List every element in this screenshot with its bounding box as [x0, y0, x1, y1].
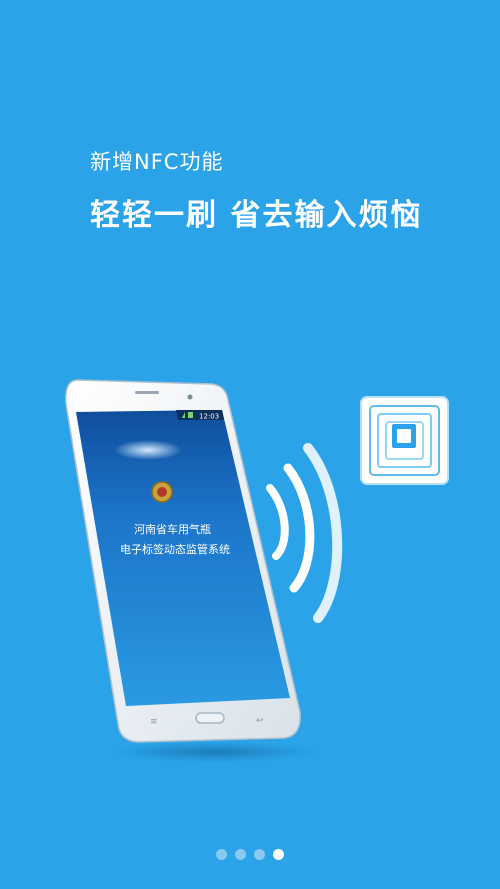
home-button [195, 712, 225, 724]
nfc-waves [266, 443, 343, 623]
nfc-illustration: 12:03 河南省车用气瓶 电子标签动态监管系统 ≡ ↩ [65, 379, 449, 762]
wave-small [266, 484, 289, 560]
page-dot[interactable] [216, 849, 227, 860]
wave-medium [283, 463, 315, 593]
app-title-line1: 河南省车用气瓶 [134, 522, 211, 536]
back-key-icon: ↩ [256, 716, 264, 726]
app-title-line2: 电子标签动态监管系统 [120, 542, 230, 556]
earpiece [135, 391, 159, 394]
phone: 12:03 河南省车用气瓶 电子标签动态监管系统 ≡ ↩ [65, 379, 301, 743]
screen-light-flare [114, 440, 182, 460]
page-dot[interactable] [235, 849, 246, 860]
page-dot[interactable] [254, 849, 265, 860]
page-indicator [0, 849, 500, 860]
battery-icon [188, 412, 193, 418]
status-time: 12:03 [199, 413, 219, 421]
phone-shadow [115, 742, 315, 762]
nfc-tag-icon [360, 396, 449, 485]
front-camera [187, 394, 193, 400]
menu-key-icon: ≡ [150, 717, 158, 727]
page-dot[interactable] [273, 849, 284, 860]
